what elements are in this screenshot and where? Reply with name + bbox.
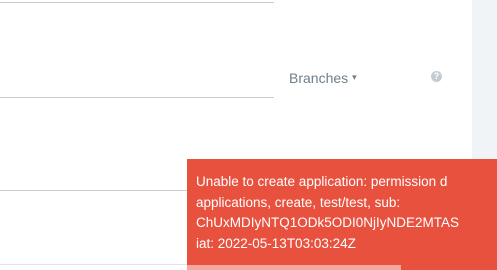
toast-message-line: Unable to create application: permission… xyxy=(196,174,448,189)
toast-message-line: ChUxMDIyNTQ1ODk5ODI0NjIyNDE2MTAS xyxy=(196,215,460,230)
toast-message-line: iat: 2022-05-13T03:03:24Z xyxy=(196,235,356,251)
branches-label: Branches xyxy=(289,70,349,86)
toast-progress-bar xyxy=(187,265,402,270)
field-underline xyxy=(0,264,188,265)
branches-dropdown[interactable]: Branches ▾ xyxy=(289,70,357,86)
field-underline xyxy=(0,97,274,98)
field-underline xyxy=(0,2,274,3)
toast-message-line: applications, create, test/test, sub: xyxy=(196,194,401,210)
caret-down-icon: ▾ xyxy=(352,71,357,82)
error-toast[interactable]: Unable to create application: permission… xyxy=(187,159,497,270)
help-icon[interactable]: ? xyxy=(431,71,442,82)
field-underline xyxy=(0,190,188,191)
